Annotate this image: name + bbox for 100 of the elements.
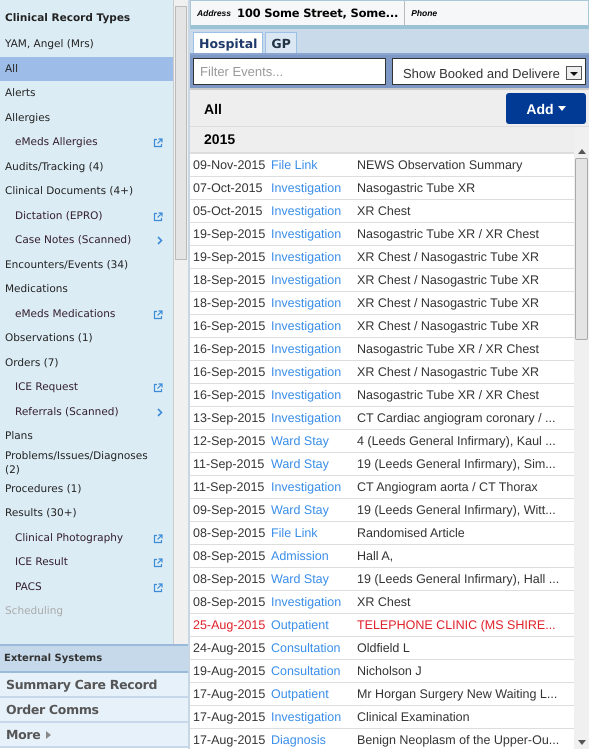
event-date: 08-Sep-2015 <box>193 595 266 609</box>
event-type-link[interactable]: Investigation <box>271 296 357 310</box>
event-type-link[interactable]: Investigation <box>271 710 357 724</box>
event-description: XR Chest / Nasogastric Tube XR <box>357 365 540 379</box>
sidebar-item[interactable]: Encounters/Events (34) <box>0 252 173 277</box>
sidebar-item[interactable]: Case Notes (Scanned) <box>0 228 173 252</box>
external-system-link[interactable]: Order Comms <box>0 698 188 723</box>
sidebar-item[interactable]: Dictation (EPRO) <box>0 204 173 228</box>
event-type-link[interactable]: Admission <box>271 549 357 563</box>
event-description: Nasogastric Tube XR <box>357 181 476 195</box>
event-description: Clinical Examination <box>357 710 470 724</box>
external-system-link[interactable]: Summary Care Record <box>0 673 188 698</box>
event-type-link[interactable]: Ward Stay <box>271 457 357 471</box>
event-description: XR Chest <box>357 595 410 609</box>
event-type-link[interactable]: Investigation <box>271 411 357 425</box>
event-type-link[interactable]: Investigation <box>271 595 357 609</box>
section-header: External Systems <box>0 644 188 673</box>
sidebar-item[interactable]: Allergies <box>0 106 173 130</box>
event-description: Benign Neoplasm of the Upper-Ou... <box>357 733 560 747</box>
event-type-link[interactable]: Investigation <box>271 480 357 494</box>
scroll-down-icon[interactable] <box>578 740 586 745</box>
event-description: XR Chest <box>357 204 410 218</box>
event-description: Nasogastric Tube XR / XR Chest <box>357 227 540 241</box>
event-type-link[interactable]: Ward Stay <box>271 434 357 448</box>
event-date: 19-Sep-2015 <box>193 250 266 264</box>
event-description: CT Angiogram aorta / CT Thorax <box>357 480 538 494</box>
event-type-link[interactable]: Diagnosis <box>271 733 357 747</box>
event-date: 18-Sep-2015 <box>193 273 266 287</box>
sidebar-item[interactable]: Audits/Tracking (4) <box>0 154 173 179</box>
sidebar-item[interactable]: Medications <box>0 277 173 302</box>
event-type-link[interactable]: Investigation <box>271 250 357 264</box>
event-description: XR Chest / Nasogastric Tube XR <box>357 319 540 333</box>
event-date: 18-Sep-2015 <box>193 296 266 310</box>
event-date: 11-Sep-2015 <box>193 457 266 471</box>
chevron-right-icon <box>157 236 163 245</box>
event-type-link[interactable]: Investigation <box>271 388 357 402</box>
caret-down-icon <box>558 106 566 111</box>
event-type-link[interactable]: Ward Stay <box>271 572 357 586</box>
sidebar-item[interactable]: Clinical Documents (4+) <box>0 179 173 204</box>
chevron-right-icon <box>157 408 163 416</box>
scrollbar[interactable] <box>574 127 589 749</box>
event-date: 09-Sep-2015 <box>193 503 266 517</box>
sidebar-item[interactable]: ICE Result <box>0 550 173 574</box>
event-type-link[interactable]: Investigation <box>271 181 357 195</box>
event-type-link[interactable]: Investigation <box>271 319 357 333</box>
sidebar-item[interactable]: Results (30+) <box>0 501 173 526</box>
event-description: NEWS Observation Summary <box>357 158 522 172</box>
sidebar-item[interactable]: All <box>0 56 173 81</box>
sidebar-item[interactable]: Procedures (1) <box>0 476 173 501</box>
event-type-link[interactable]: Investigation <box>271 227 357 241</box>
filter-field[interactable]: Filter Events... <box>193 58 386 85</box>
event-date: 08-Sep-2015 <box>193 549 266 563</box>
event-type-link[interactable]: Consultation <box>271 641 357 655</box>
event-date: 13-Sep-2015 <box>193 411 266 425</box>
sidebar-item[interactable]: Orders (7) <box>0 350 173 375</box>
external-link-icon <box>153 383 163 393</box>
sidebar-item[interactable]: PACS <box>0 574 173 599</box>
event-type-link[interactable]: Investigation <box>271 365 357 379</box>
address-label: Address <box>197 8 232 18</box>
external-link-icon <box>153 558 163 568</box>
event-date: 25-Aug-2015 <box>193 618 266 632</box>
event-type-link[interactable]: Ward Stay <box>271 503 357 517</box>
sidebar-item[interactable]: YAM, Angel (Mrs) <box>0 32 173 56</box>
event-description: Nasogastric Tube XR / XR Chest <box>357 342 540 356</box>
event-type-link[interactable]: Consultation <box>271 664 357 678</box>
scrollbar[interactable] <box>173 0 188 644</box>
external-link-icon <box>153 138 163 148</box>
event-description: Nicholson J <box>357 664 422 678</box>
event-date: 17-Aug-2015 <box>193 687 266 701</box>
sidebar-item[interactable]: Problems/Issues/Diagnoses (2) <box>0 448 173 476</box>
external-link-icon <box>153 212 163 222</box>
tab[interactable]: GP <box>265 32 297 53</box>
event-date: 16-Sep-2015 <box>193 342 266 356</box>
phone-label: Phone <box>411 8 438 18</box>
sidebar-item[interactable]: Clinical Photography <box>0 526 173 550</box>
tab[interactable]: Hospital <box>193 32 264 53</box>
event-type-link[interactable]: Investigation <box>271 273 357 287</box>
add-button[interactable]: Add <box>506 93 586 124</box>
sidebar-item[interactable]: ICE Request <box>0 375 173 400</box>
event-date: 08-Sep-2015 <box>193 526 266 540</box>
dropdown[interactable]: Show Booked and Delivere <box>392 58 586 85</box>
event-type-link[interactable]: File Link <box>271 158 357 172</box>
sidebar-item[interactable]: Observations (1) <box>0 326 173 350</box>
external-system-link[interactable]: More <box>0 723 188 748</box>
event-type-link[interactable]: Outpatient <box>271 687 357 701</box>
event-type-link[interactable]: Investigation <box>271 204 357 218</box>
sidebar-item[interactable]: Referrals (Scanned) <box>0 400 173 424</box>
sidebar-item[interactable]: eMeds Allergies <box>0 130 173 154</box>
event-type-link[interactable]: Outpatient <box>271 618 357 632</box>
event-type-link[interactable]: Investigation <box>271 342 357 356</box>
event-type-link[interactable]: File Link <box>271 526 357 540</box>
sidebar-item[interactable]: Plans <box>0 424 173 448</box>
scroll-up-icon[interactable] <box>578 149 586 154</box>
sidebar-item[interactable]: eMeds Medications <box>0 302 173 326</box>
sidebar-heading: Clinical Record Types <box>4 11 132 26</box>
event-date: 12-Sep-2015 <box>193 434 266 448</box>
sidebar-item[interactable]: Alerts <box>0 81 173 106</box>
event-date: 09-Nov-2015 <box>193 158 266 172</box>
event-date: 17-Aug-2015 <box>193 710 266 724</box>
year-header: 2015 <box>190 127 574 154</box>
